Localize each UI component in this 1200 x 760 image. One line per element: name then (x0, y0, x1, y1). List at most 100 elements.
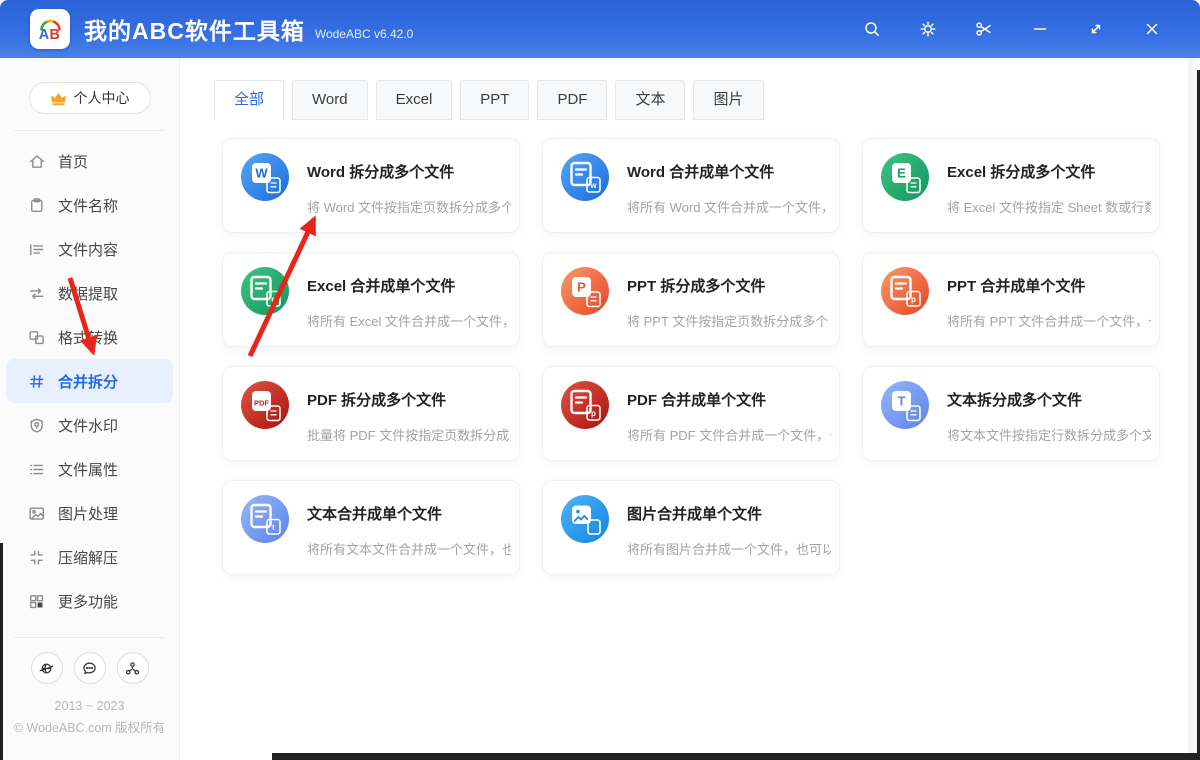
svg-text:e: e (271, 295, 276, 304)
card-description: 批量将 PDF 文件按指定页数拆分成多个 PDF 文件 (307, 428, 511, 443)
tool-card-PPT 拆分成多个文件[interactable]: P PPT 拆分成多个文件将 PPT 文件按指定页数拆分成多个 PPT 文件 (542, 252, 840, 347)
tab-Excel[interactable]: Excel (375, 80, 453, 120)
tab-Word[interactable]: Word (292, 80, 368, 120)
card-title: PDF 拆分成多个文件 (307, 392, 447, 409)
tool-card-文本合并成单个文件[interactable]: t 文本合并成单个文件将所有文本文件合并成一个文件，也可以批量将多 (222, 480, 520, 575)
svg-text:W: W (255, 166, 268, 181)
close-icon[interactable] (1124, 9, 1180, 49)
card-title: PPT 合并成单个文件 (947, 278, 1086, 295)
card-title: Word 拆分成多个文件 (307, 164, 455, 181)
tab-全部[interactable]: 全部 (214, 80, 285, 120)
share-icon[interactable] (116, 652, 149, 684)
sidebar-item-数据提取[interactable]: 数据提取 (6, 271, 173, 315)
svg-text:p: p (911, 295, 916, 304)
card-description: 将所有 PPT 文件合并成一个文件，也可以批量将多 (947, 314, 1151, 329)
card-title: Excel 合并成单个文件 (307, 278, 456, 295)
sidebar-item-label: 文件名称 (58, 197, 119, 215)
search-icon[interactable] (844, 9, 900, 49)
card-description: 将所有图片合并成一个文件，也可以批量将多个文件 (627, 542, 831, 557)
app-title: 我的ABC软件工具箱 (84, 18, 305, 44)
image-process-icon (29, 506, 44, 520)
crown-icon (50, 92, 66, 105)
sidebar-item-格式转换[interactable]: 格式转换 (6, 315, 173, 359)
card-title: 文本拆分成多个文件 (947, 392, 1083, 409)
tool-card-grid: W Word 拆分成多个文件将 Word 文件按指定页数拆分成多个 Word 文件… (222, 138, 1200, 575)
app-logo: A B (30, 9, 70, 49)
word-split-icon: W (241, 153, 289, 201)
scroll-gutter[interactable] (1188, 58, 1197, 753)
tool-card-Word 拆分成多个文件[interactable]: W Word 拆分成多个文件将 Word 文件按指定页数拆分成多个 Word 文件 (222, 138, 520, 233)
format-convert-icon (29, 330, 44, 344)
tool-card-PDF 拆分成多个文件[interactable]: PDF PDF 拆分成多个文件批量将 PDF 文件按指定页数拆分成多个 PDF 文… (222, 366, 520, 461)
sidebar-item-图片处理[interactable]: 图片处理 (6, 491, 173, 535)
tool-card-Excel 拆分成多个文件[interactable]: E Excel 拆分成多个文件将 Excel 文件按指定 Sheet 数或行数拆分… (862, 138, 1160, 233)
more-features-icon (30, 594, 44, 608)
sidebar-item-文件属性[interactable]: 文件属性 (6, 447, 173, 491)
pdf-merge-icon: p (561, 381, 609, 429)
sidebar-item-压缩解压[interactable]: 压缩解压 (6, 535, 173, 579)
text-merge-icon: t (241, 495, 289, 543)
home-icon (29, 154, 45, 168)
sidebar-divider (14, 130, 165, 131)
tool-card-Word 合并成单个文件[interactable]: w Word 合并成单个文件将所有 Word 文件合并成一个文件，也可以批量将多 (542, 138, 840, 233)
resize-icon[interactable] (1068, 9, 1124, 49)
ppt-split-icon: P (561, 267, 609, 315)
sidebar-item-首页[interactable]: 首页 (6, 139, 173, 183)
sidebar-nav: 首页文件名称文件内容数据提取格式转换合并拆分文件水印 文件属性 图片处理 压缩解压更多… (0, 139, 179, 623)
sidebar-item-label: 合并拆分 (58, 373, 119, 391)
card-title: PPT 拆分成多个文件 (627, 278, 766, 295)
tool-card-文本拆分成多个文件[interactable]: T 文本拆分成多个文件将文本文件按指定行数拆分成多个文本文件 (862, 366, 1160, 461)
sidebar-item-文件名称[interactable]: 文件名称 (6, 183, 173, 227)
tool-card-PPT 合并成单个文件[interactable]: p PPT 合并成单个文件将所有 PPT 文件合并成一个文件，也可以批量将多 (862, 252, 1160, 347)
sidebar-footer-icons (0, 652, 179, 684)
svg-text:E: E (897, 166, 906, 181)
app-version: WodeABC v6.42.0 (314, 26, 414, 41)
card-description: 将所有 Word 文件合并成一个文件，也可以批量将多 (627, 200, 831, 215)
card-title: Word 合并成单个文件 (627, 164, 775, 181)
sidebar-item-合并拆分[interactable]: 合并拆分 (6, 359, 173, 403)
personal-center-label: 个人中心 (73, 90, 130, 106)
tab-PDF[interactable]: PDF (537, 80, 608, 120)
sidebar: 个人中心 首页文件名称文件内容数据提取格式转换合并拆分文件水印 文件属性 图片处理压… (0, 58, 180, 760)
background-window-edge (272, 753, 1200, 760)
sidebar-item-更多功能[interactable]: 更多功能 (6, 579, 173, 623)
card-description: 将文本文件按指定行数拆分成多个文本文件 (947, 428, 1151, 443)
tool-card-Excel 合并成单个文件[interactable]: e Excel 合并成单个文件将所有 Excel 文件合并成一个文件，也可以批量将… (222, 252, 520, 347)
card-description: 将所有 PDF 文件合并成一个文件，也可以批量将多 (627, 428, 831, 443)
svg-text:P: P (577, 280, 586, 295)
tab-PPT[interactable]: PPT (460, 80, 530, 120)
feedback-icon[interactable] (73, 652, 106, 684)
word-merge-icon: w (561, 153, 609, 201)
excel-merge-icon: e (241, 267, 289, 315)
file-content-icon (30, 243, 44, 255)
tool-card-图片合并成单个文件[interactable]: 图片合并成单个文件将所有图片合并成一个文件，也可以批量将多个文件 (542, 480, 840, 575)
sidebar-item-label: 格式转换 (58, 329, 119, 347)
settings-icon[interactable] (900, 9, 956, 49)
browser-icon[interactable] (30, 652, 63, 684)
card-description: 将 Excel 文件按指定 Sheet 数或行数拆分成多个 Exc (947, 200, 1151, 215)
personal-center-button[interactable]: 个人中心 (28, 82, 151, 114)
main-content: 全部 Word Excel PPT PDF 文本 图片 W Word 拆分成多个文件将 Wor… (181, 58, 1200, 760)
image-merge-icon (561, 495, 609, 543)
logo-letter-b: B (50, 27, 60, 43)
tab-图片[interactable]: 图片 (693, 80, 764, 120)
sidebar-item-label: 文件内容 (58, 241, 119, 259)
card-description: 将 PPT 文件按指定页数拆分成多个 PPT 文件 (627, 314, 831, 329)
tab-文本[interactable]: 文本 (615, 80, 686, 120)
tool-card-PDF 合并成单个文件[interactable]: p PDF 合并成单个文件将所有 PDF 文件合并成一个文件，也可以批量将多 (542, 366, 840, 461)
sidebar-item-label: 数据提取 (58, 285, 119, 303)
format-tabs: 全部 Word Excel PPT PDF 文本 图片 (214, 80, 1200, 120)
card-title: PDF 合并成单个文件 (627, 392, 767, 409)
excel-split-icon: E (881, 153, 929, 201)
sidebar-item-label: 更多功能 (58, 593, 119, 611)
sidebar-divider (14, 637, 165, 638)
sidebar-item-文件内容[interactable]: 文件内容 (6, 227, 173, 271)
svg-text:t: t (272, 523, 275, 532)
minimize-icon[interactable] (1012, 9, 1068, 49)
sidebar-item-文件水印[interactable]: 文件水印 (6, 403, 173, 447)
pdf-split-icon: PDF (241, 381, 289, 429)
scissors-icon[interactable] (956, 9, 1012, 49)
compress-icon (30, 550, 43, 565)
file-name-icon (31, 197, 43, 212)
ppt-merge-icon: p (881, 267, 929, 315)
